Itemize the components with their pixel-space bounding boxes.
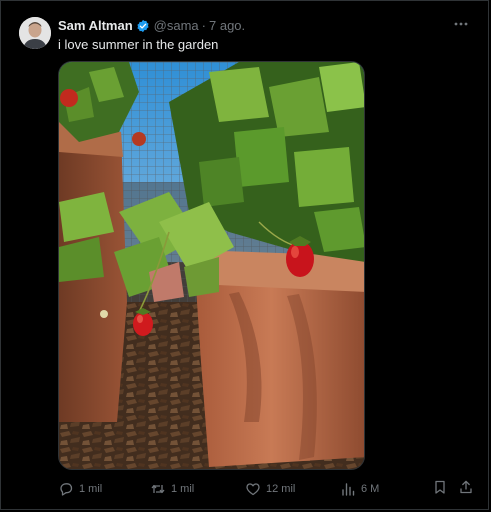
- tweet-text: i love summer in the garden: [58, 37, 219, 52]
- views-icon: [340, 481, 356, 497]
- retweet-icon: [150, 481, 166, 497]
- retweet-button[interactable]: 1 mil: [150, 479, 194, 499]
- reply-icon: [58, 481, 74, 497]
- tweet-photo[interactable]: [58, 61, 365, 470]
- retweet-count: 1 mil: [171, 483, 195, 495]
- tweet-timestamp[interactable]: 7 ago.: [209, 18, 245, 34]
- like-button[interactable]: 12 mil: [245, 479, 295, 499]
- avatar[interactable]: [19, 17, 51, 49]
- author-name[interactable]: Sam Altman: [58, 18, 133, 34]
- share-icon: [458, 479, 474, 495]
- verified-badge-icon: [136, 19, 150, 33]
- views-button[interactable]: 6 M: [340, 479, 379, 499]
- more-options-icon[interactable]: [452, 15, 470, 33]
- like-count: 12 mil: [266, 483, 296, 495]
- bookmark-icon: [432, 479, 448, 495]
- heart-icon: [245, 481, 261, 497]
- author-handle[interactable]: @sama: [154, 18, 199, 34]
- share-button[interactable]: [458, 479, 474, 495]
- tweet-card[interactable]: Sam Altman @sama · 7 ago. i love summer …: [0, 0, 489, 510]
- header-separator: ·: [201, 18, 206, 33]
- views-count: 6 M: [361, 483, 380, 495]
- bookmark-button[interactable]: [432, 479, 448, 495]
- tweet-actions: 1 mil 1 mil 12 mil 6 M: [58, 479, 478, 501]
- reply-count: 1 mil: [79, 483, 103, 495]
- tweet-header: Sam Altman @sama · 7 ago.: [58, 18, 245, 34]
- reply-button[interactable]: 1 mil: [58, 479, 102, 499]
